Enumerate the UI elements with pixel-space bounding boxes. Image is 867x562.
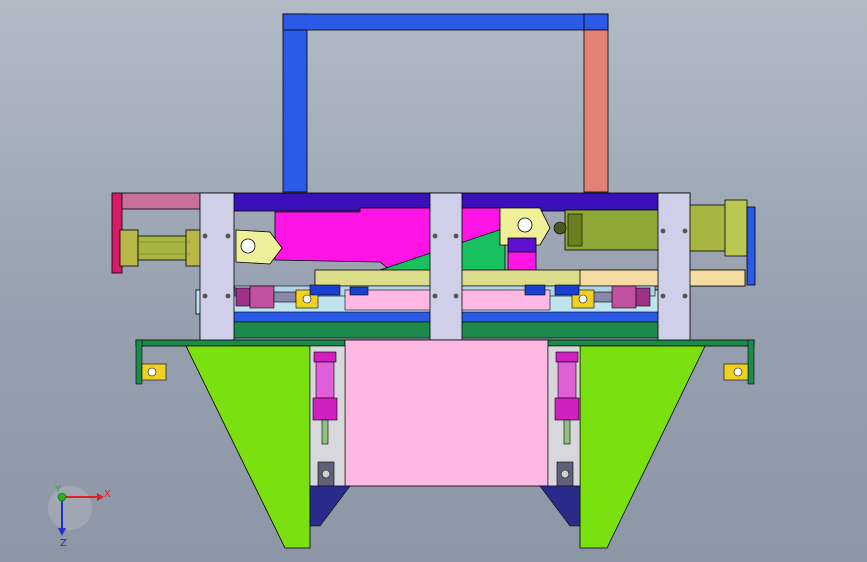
cad-model[interactable]: X Y Z bbox=[0, 0, 867, 562]
cam-mechanism bbox=[235, 207, 551, 276]
upper-frame bbox=[282, 13, 609, 193]
graphics-viewport[interactable]: X Y Z bbox=[0, 0, 867, 562]
x-axis-label: X bbox=[104, 489, 111, 500]
z-axis-label: Z bbox=[60, 538, 67, 549]
coordinate-triad: X Y Z bbox=[48, 484, 111, 549]
center-block bbox=[344, 339, 549, 487]
left-cylinder bbox=[111, 192, 203, 274]
y-axis-label: Y bbox=[54, 484, 62, 495]
